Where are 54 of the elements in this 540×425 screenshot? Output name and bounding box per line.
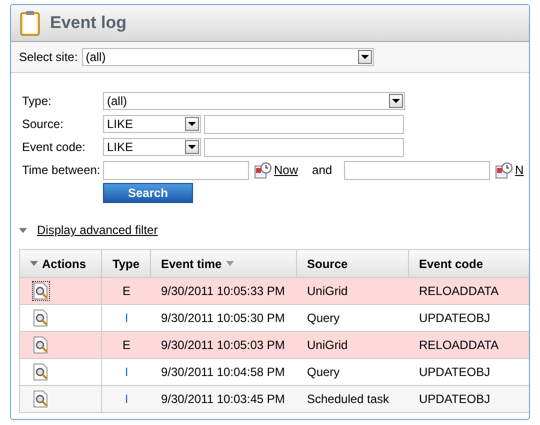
table-cell-text: 9/30/2011 10:05:30 PM	[160, 310, 286, 327]
table-cell-text: 9/30/2011 10:05:03 PM	[160, 337, 286, 354]
column-header[interactable]: Source	[297, 250, 409, 277]
type-select[interactable]: (all)	[103, 92, 405, 110]
table-cell-text: UniGrid	[306, 337, 349, 354]
view-icon[interactable]	[32, 308, 50, 328]
table-cell-text: Query	[306, 364, 341, 381]
view-icon[interactable]	[32, 389, 50, 409]
table-cell-text: 9/30/2011 10:03:45 PM	[160, 391, 286, 408]
caret-icon[interactable]	[30, 261, 38, 266]
now-link[interactable]: N	[515, 163, 524, 177]
table-cell-text: UPDATEOBJ	[418, 391, 492, 408]
table-cell-text: UPDATEOBJ	[418, 364, 492, 381]
site-select[interactable]: (all)	[82, 48, 374, 66]
clipboard-icon	[20, 10, 40, 36]
calendar-clock-icon[interactable]	[254, 162, 272, 178]
operator-select[interactable]: LIKE	[103, 115, 201, 133]
input-field[interactable]	[204, 138, 404, 156]
site-label: Select site:	[19, 50, 78, 64]
table-cell-text: Query	[306, 310, 341, 327]
table-cell-text: 9/30/2011 10:04:58 PM	[160, 364, 286, 381]
column-header[interactable]: Type	[102, 250, 151, 277]
column-header[interactable]: Event code	[409, 250, 529, 277]
table-cell-text: RELOADDATA	[418, 283, 500, 300]
table-cell-text: 9/30/2011 10:05:33 PM	[160, 283, 286, 300]
page-title: Event log	[50, 13, 127, 33]
view-icon[interactable]	[32, 362, 50, 382]
table-cell-text: I	[124, 310, 130, 327]
operator-select[interactable]: LIKE	[103, 138, 201, 156]
table-cell-text: RELOADDATA	[418, 337, 500, 354]
and-label: and	[312, 163, 332, 177]
table-cell-text: I	[124, 364, 130, 381]
table-cell-text: E	[121, 283, 132, 300]
filter-label: Type:	[22, 94, 52, 108]
advanced-filter-link[interactable]: Display advanced filter	[37, 223, 158, 237]
table-cell-text: Scheduled task	[306, 391, 390, 408]
column-header[interactable]: Event time	[151, 250, 297, 277]
filter-label: Event code:	[22, 140, 86, 154]
view-icon[interactable]	[32, 335, 50, 355]
table-cell-text: E	[121, 337, 132, 354]
search-button[interactable]: Search	[103, 183, 193, 203]
table-cell-text: UniGrid	[306, 283, 349, 300]
date-field[interactable]	[344, 160, 490, 180]
view-icon[interactable]	[32, 281, 50, 301]
calendar-clock-icon[interactable]	[495, 162, 514, 178]
table-cell-text: I	[124, 391, 130, 408]
input-field[interactable]	[204, 114, 404, 134]
column-header[interactable]: Actions	[20, 250, 102, 277]
caret-icon[interactable]	[19, 228, 27, 232]
date-field[interactable]	[103, 160, 249, 180]
table-cell-text: UPDATEOBJ	[418, 310, 492, 327]
filter-label: Source:	[22, 117, 64, 131]
now-link[interactable]: Now	[274, 163, 298, 177]
filter-label: Time between:	[22, 163, 102, 177]
